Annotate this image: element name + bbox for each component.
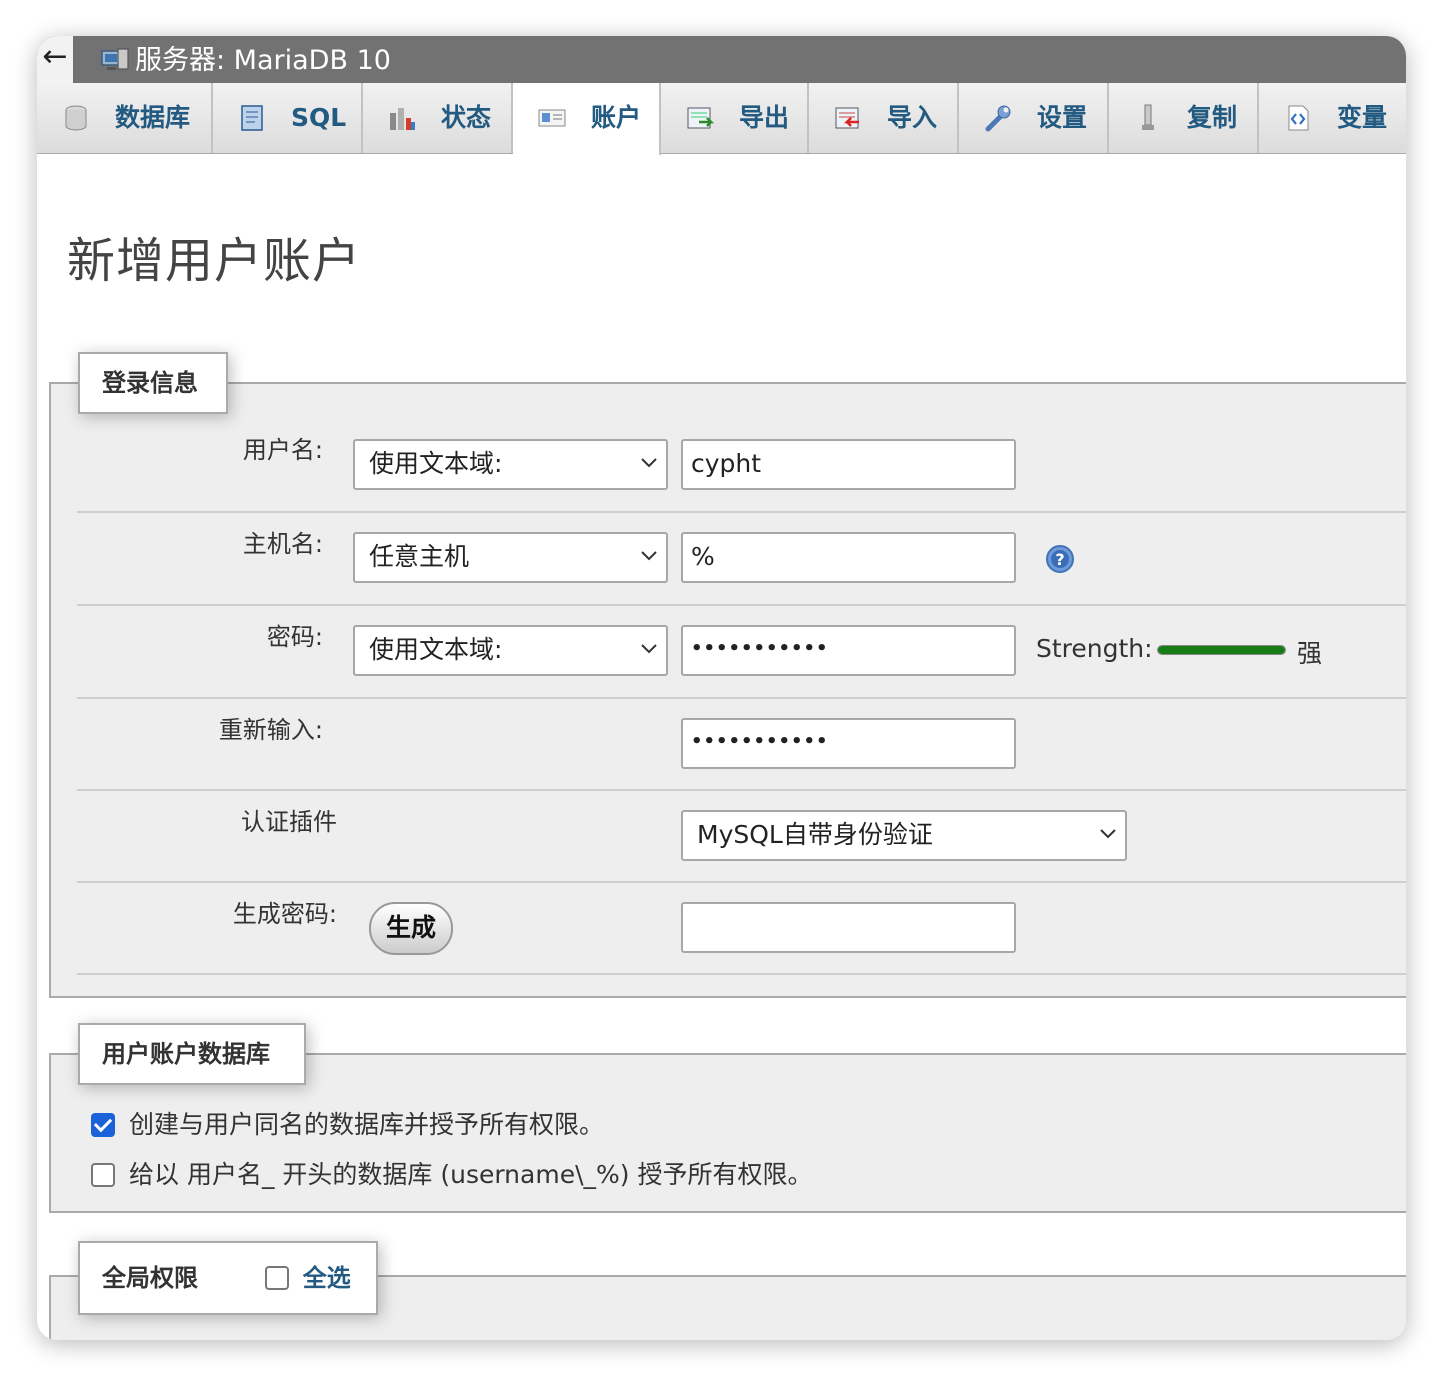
password-input[interactable]: ••••••••••• [681, 625, 1016, 676]
tab-label: 状态 [441, 103, 492, 132]
sql-icon [241, 105, 263, 131]
database-icon [65, 105, 87, 131]
chevron-down-icon [641, 644, 657, 654]
select-all-label[interactable]: 全选 [303, 1264, 351, 1292]
tab-label: 账户 [591, 103, 642, 132]
help-icon[interactable]: ? [1045, 544, 1075, 574]
wildcard-db-option[interactable]: 给以 用户名_ 开头的数据库 (username\_%) 授予所有权限。 [91, 1155, 812, 1191]
retype-label: 重新输入: [218, 716, 323, 744]
username-input[interactable]: cypht [681, 439, 1016, 490]
main-tabs: 数据库 SQL 状态 账户 导出 导入 设置 复制 变量 [37, 83, 1406, 155]
row-divider [77, 881, 1406, 883]
tab-label: 数据库 [115, 103, 191, 132]
row-divider [77, 697, 1406, 699]
wildcard-db-label: 给以 用户名_ 开头的数据库 (username\_%) 授予所有权限。 [129, 1160, 813, 1189]
create-same-name-db-option[interactable]: 创建与用户同名的数据库并授予所有权限。 [91, 1105, 604, 1141]
tab-label: 导入 [887, 103, 938, 132]
wildcard-db-checkbox[interactable] [91, 1163, 115, 1187]
tab-label: 变量 [1337, 103, 1388, 132]
tab-label: 导出 [739, 103, 790, 132]
username-type-select[interactable]: 使用文本域: [353, 439, 668, 490]
username-type-value: 使用文本域: [369, 449, 503, 478]
tab-status[interactable]: 状态 [363, 83, 513, 153]
app-window: ← 服务器: MariaDB 10 数据库 SQL 状态 账户 导出 导入 设置… [37, 36, 1406, 1340]
tab-settings[interactable]: 设置 [959, 83, 1109, 153]
generate-button[interactable]: 生成 [369, 902, 453, 955]
row-divider [77, 973, 1406, 975]
password-type-value: 使用文本域: [369, 635, 503, 664]
login-info-legend: 登录信息 [78, 352, 228, 414]
login-info-fieldset: 登录信息 用户名: 使用文本域: cypht 主机名: 任意主机 % ? 密码:… [49, 352, 1406, 998]
user-accounts-icon [538, 109, 566, 127]
auth-plugin-value: MySQL自带身份验证 [697, 820, 933, 849]
generated-password-input[interactable] [681, 902, 1016, 953]
status-chart-icon [390, 108, 415, 130]
hostname-label: 主机名: [242, 530, 323, 558]
variables-icon [1288, 105, 1309, 131]
auth-plugin-select[interactable]: MySQL自带身份验证 [681, 810, 1127, 861]
global-privileges-title: 全局权限 [102, 1264, 198, 1292]
global-privileges-fieldset: 全局权限 全选 [49, 1241, 1406, 1340]
export-icon [687, 107, 715, 129]
select-all-checkbox[interactable] [264, 1266, 289, 1290]
tab-replication[interactable]: 复制 [1109, 83, 1259, 153]
retype-password-input[interactable]: ••••••••••• [681, 718, 1016, 769]
tab-label: 设置 [1037, 103, 1088, 132]
create-db-checkbox[interactable] [91, 1113, 115, 1137]
tab-label: 复制 [1187, 103, 1238, 132]
server-icon [101, 48, 129, 70]
hostname-type-value: 任意主机 [369, 542, 470, 571]
tab-sql[interactable]: SQL [213, 83, 363, 153]
tab-import[interactable]: 导入 [809, 83, 959, 153]
username-label: 用户名: [242, 436, 323, 464]
generate-password-label: 生成密码: [232, 900, 337, 928]
password-strength-fill [1158, 646, 1285, 654]
replication-icon [1142, 104, 1154, 130]
tab-variables[interactable]: 变量 [1259, 83, 1406, 153]
svg-text:?: ? [1055, 550, 1064, 569]
tab-export[interactable]: 导出 [661, 83, 809, 153]
password-type-select[interactable]: 使用文本域: [353, 625, 668, 676]
row-divider [77, 789, 1406, 791]
import-icon [835, 107, 859, 129]
chevron-down-icon [641, 458, 657, 468]
tab-label: SQL [291, 103, 347, 132]
strength-text: 强 [1297, 639, 1323, 668]
chevron-down-icon [641, 551, 657, 561]
back-button[interactable]: ← [37, 36, 73, 83]
auth-plugin-label: 认证插件 [241, 808, 337, 836]
user-db-legend: 用户账户数据库 [78, 1023, 306, 1085]
strength-label: Strength: [1036, 634, 1153, 663]
chevron-down-icon [1100, 829, 1116, 839]
password-strength-meter [1157, 645, 1286, 655]
page-title: 新增用户账户 [67, 233, 362, 289]
password-label: 密码: [266, 623, 323, 651]
wrench-icon [985, 105, 1011, 132]
create-db-label: 创建与用户同名的数据库并授予所有权限。 [129, 1110, 605, 1139]
hostname-input[interactable]: % [681, 532, 1016, 583]
row-divider [77, 511, 1406, 513]
global-privileges-legend: 全局权限 全选 [78, 1241, 378, 1315]
window-title: 服务器: MariaDB 10 [135, 45, 391, 76]
user-db-fieldset: 用户账户数据库 创建与用户同名的数据库并授予所有权限。 给以 用户名_ 开头的数… [49, 1023, 1406, 1213]
title-bar: ← 服务器: MariaDB 10 [37, 36, 1406, 83]
tab-user-accounts[interactable]: 账户 [513, 83, 661, 155]
tab-databases[interactable]: 数据库 [37, 83, 213, 153]
hostname-type-select[interactable]: 任意主机 [353, 532, 668, 583]
row-divider [77, 604, 1406, 606]
